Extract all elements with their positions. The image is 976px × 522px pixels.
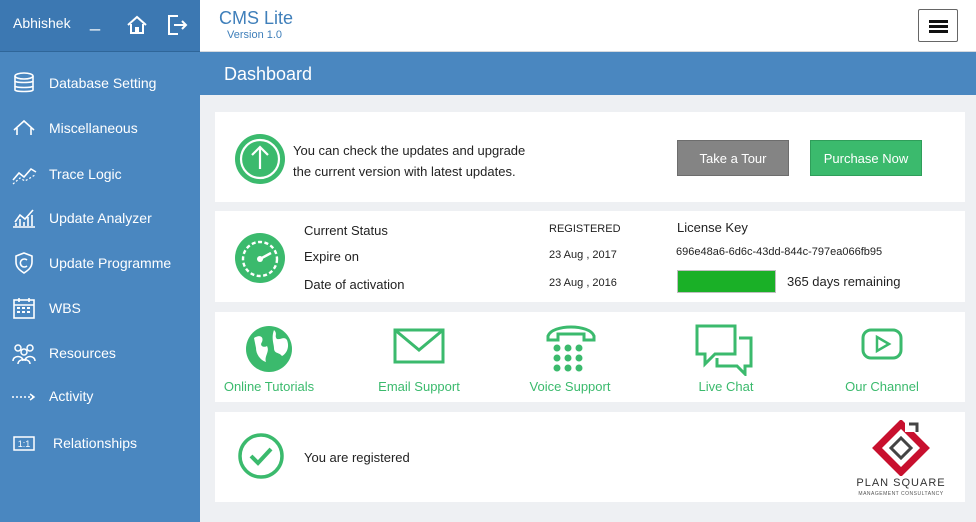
wbs-calendar-icon [13, 298, 35, 319]
online-tutorials-link[interactable]: Online Tutorials [194, 312, 344, 402]
sidebar-item-label: Miscellaneous [49, 120, 138, 136]
days-remaining: 365 days remaining [787, 274, 901, 289]
sidebar-item-label: Update Analyzer [49, 210, 152, 226]
registration-card: You are registered PLAN SQUARE MANAGEMEN… [215, 412, 965, 502]
license-progress-fill [678, 271, 775, 292]
license-status-card: Current Status REGISTERED Expire on 23 A… [215, 211, 965, 302]
chat-bubbles-icon [695, 324, 753, 376]
take-a-tour-button[interactable]: Take a Tour [677, 140, 789, 176]
sidebar-item-wbs[interactable]: WBS [0, 287, 200, 329]
home-icon[interactable] [126, 14, 148, 36]
brand-tagline: MANAGEMENT CONSULTANCY [858, 491, 944, 497]
dotted-arrow-icon [12, 393, 36, 401]
our-channel-link[interactable]: Our Channel [807, 312, 957, 402]
sidebar-item-trace-logic[interactable]: Trace Logic [0, 153, 200, 195]
sidebar-item-label: Trace Logic [49, 166, 122, 182]
shield-icon [15, 252, 33, 274]
support-label: Voice Support [529, 379, 611, 394]
app-title: CMS Lite [219, 8, 294, 28]
video-play-icon [861, 328, 903, 360]
page-banner: Dashboard [200, 52, 976, 95]
database-icon [14, 72, 34, 93]
current-status-value: REGISTERED [549, 223, 621, 235]
update-card: You can check the updates and upgrade th… [215, 112, 965, 202]
license-key-title: License Key [677, 220, 748, 235]
support-label: Email Support [378, 379, 460, 394]
sidebar-item-label: Update Programme [49, 255, 172, 271]
license-key-value: 696e48a6-6d6c-43dd-844c-797ea066fb95 [676, 246, 883, 258]
sidebar: Abhishek _ Database Setting Miscellaneou… [0, 0, 200, 522]
update-message-line1: You can check the updates and upgrade [293, 143, 526, 158]
sidebar-item-resources[interactable]: Resources [0, 332, 200, 374]
expire-label: Expire on [304, 249, 359, 264]
current-status-label: Current Status [304, 223, 388, 238]
sidebar-item-label: Activity [49, 388, 94, 404]
sidebar-item-label: WBS [49, 300, 81, 316]
brand-name: PLAN SQUARE [856, 477, 946, 489]
voice-support-link[interactable]: Voice Support [495, 312, 645, 402]
trace-chart-icon [12, 167, 37, 185]
expire-value: 23 Aug , 2017 [549, 249, 617, 261]
live-chat-link[interactable]: Live Chat [651, 312, 801, 402]
house-outline-icon [13, 119, 35, 135]
sidebar-item-relationships[interactable]: 1:1 Relationships [0, 422, 200, 464]
purchase-now-button[interactable]: Purchase Now [810, 140, 922, 176]
analyzer-chart-icon [13, 209, 35, 228]
sidebar-item-update-programme[interactable]: Update Programme [0, 242, 200, 284]
sidebar-item-label: Relationships [53, 435, 138, 451]
speedometer-icon [235, 233, 285, 283]
sidebar-item-activity[interactable]: Activity [0, 375, 200, 417]
support-label: Online Tutorials [223, 379, 315, 394]
sidebar-item-update-analyzer[interactable]: Update Analyzer [0, 197, 200, 239]
telephone-icon [546, 325, 596, 372]
one-to-one-icon: 1:1 [13, 436, 35, 451]
sidebar-item-label: Resources [49, 345, 116, 361]
support-label: Live Chat [698, 379, 754, 394]
registration-message: You are registered [304, 450, 410, 465]
page-title: Dashboard [224, 64, 313, 84]
user-bar: Abhishek _ [0, 0, 200, 52]
activation-label: Date of activation [304, 277, 405, 292]
logout-icon[interactable] [166, 14, 188, 36]
plan-square-logo-mark [872, 420, 930, 476]
upload-arrow-icon [235, 134, 285, 184]
email-support-link[interactable]: Email Support [344, 312, 494, 402]
support-card: Online Tutorials Email Support Voice Sup… [215, 312, 965, 402]
globe-icon [246, 326, 292, 372]
people-icon [12, 344, 36, 365]
sidebar-item-label: Database Setting [49, 75, 157, 91]
sidebar-item-miscellaneous[interactable]: Miscellaneous [0, 107, 200, 149]
app-version: Version 1.0 [227, 29, 283, 41]
app-header: CMS Lite Version 1.0 [200, 0, 976, 52]
user-name: Abhishek [13, 15, 71, 31]
minimize-icon[interactable]: _ [90, 12, 100, 30]
plan-square-logo: PLAN SQUARE MANAGEMENT CONSULTANCY [843, 420, 959, 500]
activation-value: 23 Aug , 2016 [549, 277, 617, 289]
envelope-icon [393, 328, 445, 364]
hamburger-menu-button[interactable] [918, 9, 958, 42]
svg-text:1:1: 1:1 [18, 439, 31, 449]
support-label: Our Channel [845, 379, 919, 394]
update-message: You can check the updates and upgrade th… [293, 140, 525, 182]
sidebar-item-database-setting[interactable]: Database Setting [0, 62, 200, 104]
check-circle-icon [238, 433, 284, 479]
license-progress-bar [677, 270, 776, 293]
update-message-line2: the current version with latest updates. [293, 164, 516, 179]
